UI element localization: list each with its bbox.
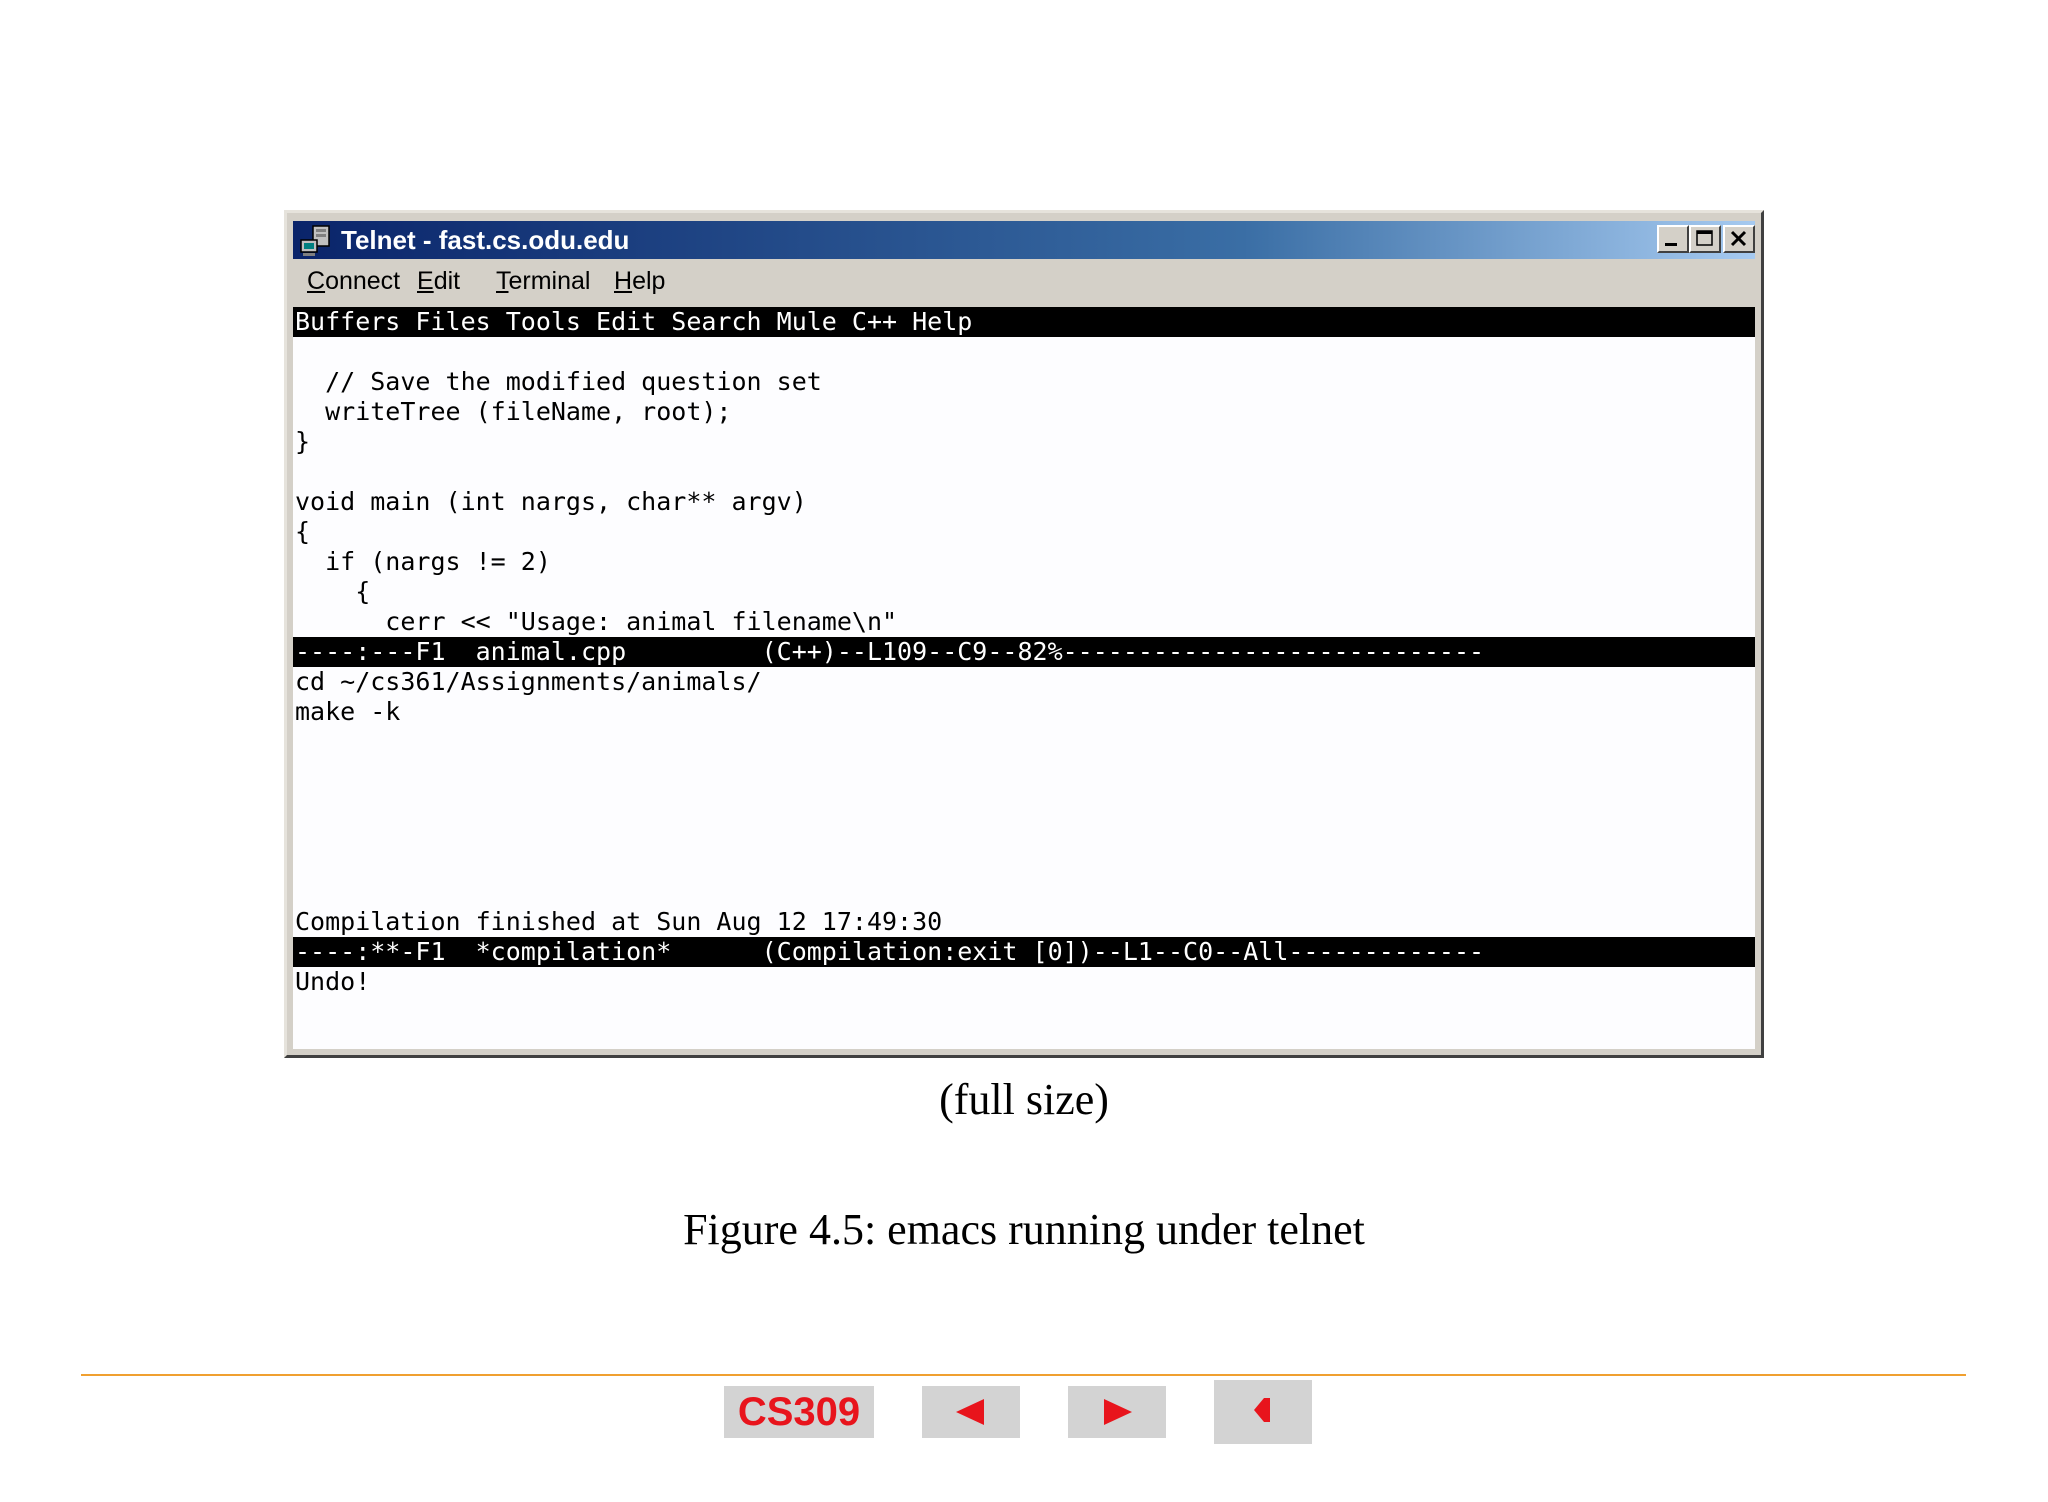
menu-connect[interactable]: Connect <box>307 265 400 297</box>
code-line: // Save the modified question set <box>295 367 822 396</box>
compilation-line <box>293 787 1755 817</box>
maximize-button[interactable] <box>1689 225 1721 253</box>
minimize-button[interactable] <box>1657 225 1689 253</box>
previous-page-button[interactable] <box>922 1386 1020 1438</box>
compilation-line <box>293 847 1755 877</box>
window-title: Telnet - fast.cs.odu.edu <box>341 225 630 255</box>
emacs-menu-bar[interactable]: Buffers Files Tools Edit Search Mule C++… <box>293 307 1755 337</box>
return-button[interactable] <box>1214 1380 1312 1444</box>
minimize-icon <box>1665 243 1677 246</box>
telnet-computer-icon[interactable] <box>299 224 333 258</box>
compilation-line <box>293 817 1755 847</box>
close-icon <box>1730 230 1747 247</box>
figure-caption: Figure 4.5: emacs running under telnet <box>683 1205 1365 1254</box>
compilation-line <box>293 757 1755 787</box>
compilation-line <box>293 877 1755 907</box>
next-page-button[interactable] <box>1068 1386 1166 1438</box>
compilation-line <box>293 727 1755 757</box>
code-line: writeTree (fileName, root); <box>295 397 732 426</box>
minibuffer[interactable]: Undo! <box>293 967 1755 997</box>
left-arrow-icon <box>956 1399 984 1425</box>
code-line: cerr << "Usage: animal filename\n" <box>295 607 898 636</box>
return-arrow-icon <box>1254 1398 1270 1422</box>
title-bar[interactable]: Telnet - fast.cs.odu.edu <box>293 221 1755 259</box>
full-size-link[interactable]: (full size) <box>0 1070 2048 1130</box>
compilation-line: cd ~/cs361/Assignments/animals/ <box>295 667 762 696</box>
course-home-button[interactable]: CS309 <box>724 1386 874 1438</box>
code-line: void main (int nargs, char** argv) <box>295 487 807 516</box>
menu-edit[interactable]: Edit <box>417 265 460 297</box>
code-line: } <box>295 427 311 456</box>
code-line: { <box>295 517 311 546</box>
mode-line-source: ----:---F1 animal.cpp (C++)--L109--C9--8… <box>293 637 1755 667</box>
telnet-window: Telnet - fast.cs.odu.edu Connect Edit Te… <box>284 210 1764 1058</box>
maximize-icon <box>1696 230 1713 246</box>
menu-terminal[interactable]: Terminal <box>496 265 590 297</box>
terminal-screen[interactable]: Buffers Files Tools Edit Search Mule C++… <box>293 307 1755 1049</box>
compilation-line: Compilation finished at Sun Aug 12 17:49… <box>295 907 943 936</box>
menu-help[interactable]: Help <box>614 265 665 297</box>
right-arrow-icon <box>1104 1399 1132 1425</box>
menu-bar: Connect Edit Terminal Help <box>293 263 1755 299</box>
code-line: if (nargs != 2) <box>295 547 551 576</box>
footer-divider <box>81 1374 1966 1376</box>
mode-line-compilation: ----:**-F1 *compilation* (Compilation:ex… <box>293 937 1755 967</box>
close-button[interactable] <box>1723 225 1755 253</box>
code-line: { <box>295 577 371 606</box>
compilation-line: make -k <box>295 697 401 726</box>
